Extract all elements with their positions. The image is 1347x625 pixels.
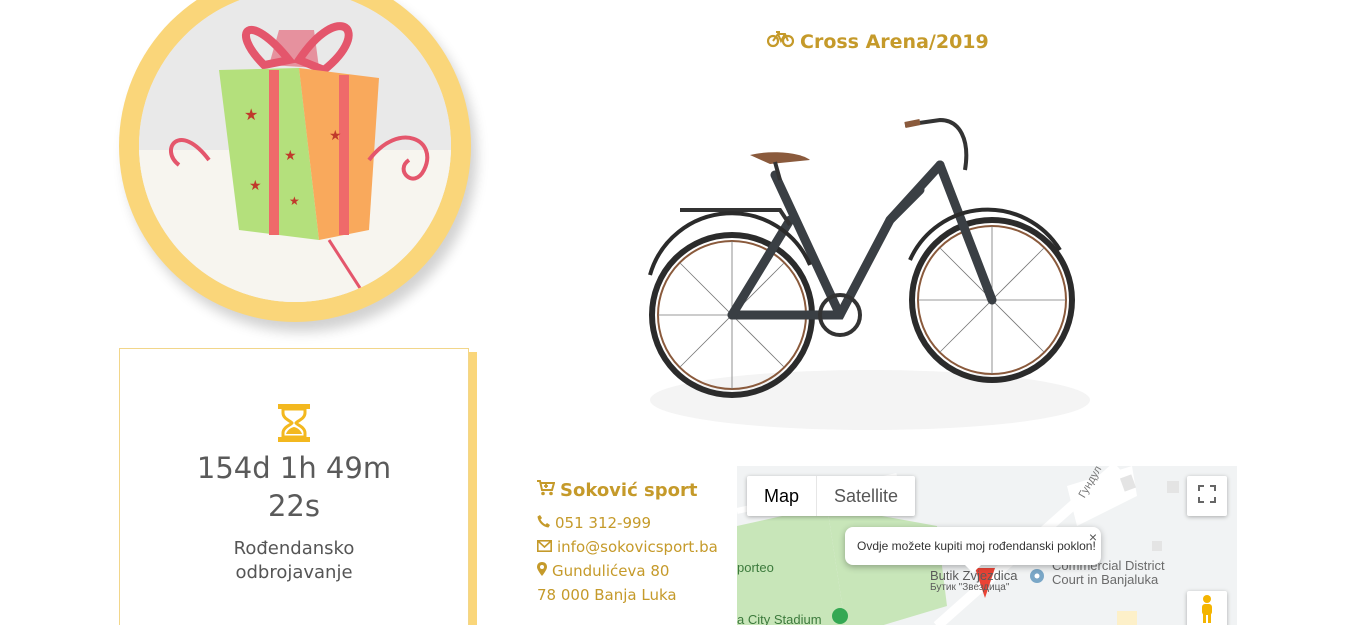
shop-city-text: 78 000 Banja Luka <box>537 586 677 604</box>
map-label-stadium: a City Stadium <box>737 612 822 625</box>
shop-name-text: Soković sport <box>560 480 698 501</box>
map[interactable]: porteo a City Stadium Butik Zvjezdica Бу… <box>737 466 1237 625</box>
gift-image: ★ ★ ★ ★ ★ <box>139 0 451 302</box>
shop-info: Soković sport 051 312-999 info@sokovicsp… <box>537 480 727 607</box>
shop-address: Gundulićeva 80 <box>537 559 727 583</box>
svg-text:★: ★ <box>289 194 300 208</box>
pegman-icon <box>1198 594 1216 625</box>
map-type-map-button[interactable]: Map <box>747 476 818 516</box>
countdown-label: Rođendansko odbrojavanje <box>120 537 468 585</box>
shop-street: Gundulićeva 80 <box>552 562 670 580</box>
shop-name: Soković sport <box>537 480 727 501</box>
map-label-court-2: Court in Banjaluka <box>1052 572 1159 587</box>
street-view-button[interactable] <box>1187 591 1227 625</box>
fullscreen-icon <box>1198 484 1216 508</box>
bike-title: Cross Arena/2019 <box>766 30 989 53</box>
map-info-window: Ovdje možete kupiti moj rođendanski pokl… <box>845 527 1101 573</box>
bike-title-text: Cross Arena/2019 <box>800 30 989 53</box>
fullscreen-button[interactable] <box>1187 476 1227 516</box>
countdown-card: 154d 1h 49m 22s Rođendansko odbrojavanje <box>119 348 469 625</box>
countdown-time: 154d 1h 49m 22s <box>120 449 468 525</box>
svg-text:★: ★ <box>249 177 262 193</box>
hourglass-icon <box>277 403 311 443</box>
countdown-time-line1: 154d 1h 49m <box>196 451 392 485</box>
map-label-shop-cyrillic: Бутик "Звездица" <box>930 582 1010 593</box>
envelope-icon <box>537 535 552 559</box>
svg-text:★: ★ <box>284 147 297 163</box>
svg-text:★: ★ <box>244 107 258 124</box>
phone-icon <box>537 511 550 535</box>
cart-icon <box>537 480 556 501</box>
shop-email-text: info@sokovicsport.ba <box>557 538 718 556</box>
page: ★ ★ ★ ★ ★ 154d 1h 49m 22s Rođendansko od… <box>0 0 1347 625</box>
countdown-label-line2: odbrojavanje <box>235 562 353 583</box>
bicycle-icon <box>766 30 795 53</box>
map-type-satellite-button[interactable]: Satellite <box>817 476 915 516</box>
shop-phone[interactable]: 051 312-999 <box>537 511 727 535</box>
map-marker-icon <box>537 559 547 583</box>
shop-phone-text: 051 312-999 <box>555 514 652 532</box>
bike-image <box>620 100 1120 440</box>
map-type-control: Map Satellite <box>747 476 916 516</box>
shop-email[interactable]: info@sokovicsport.ba <box>537 535 727 559</box>
svg-text:★: ★ <box>329 127 342 143</box>
close-icon[interactable]: × <box>1089 529 1097 545</box>
gift-image-frame: ★ ★ ★ ★ ★ <box>119 0 471 322</box>
map-label-sporteo: porteo <box>737 560 774 575</box>
countdown-label-line1: Rođendansko <box>233 538 355 559</box>
countdown-time-line2: 22s <box>267 489 320 523</box>
map-info-text: Ovdje možete kupiti moj rođendanski pokl… <box>857 539 1096 553</box>
shop-city: 78 000 Banja Luka <box>537 583 727 607</box>
